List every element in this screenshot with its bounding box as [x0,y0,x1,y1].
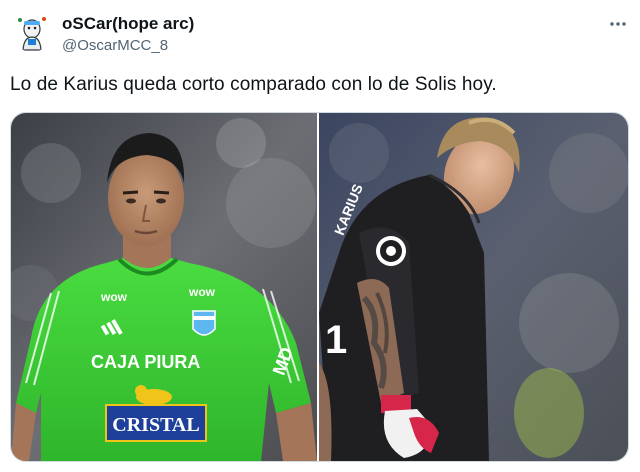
avatar[interactable] [12,12,52,52]
author-handle[interactable]: @OscarMCC_8 [62,37,168,54]
sleeve-number-text: 1 [325,318,347,362]
photo-black-jersey-player[interactable]: KARIUS 1 [319,113,628,461]
club-crest-icon [192,310,216,336]
ucl-badge-icon [376,236,406,266]
jersey-sponsor-text: CAJA PIURA [91,352,200,372]
jersey-sponsor-text-2: CRISTAL [112,414,199,436]
cartoon-avatar-icon [12,12,52,52]
more-options-button[interactable] [604,10,632,38]
media-grid: wow wow CAJA PIURA CRISTAL MD KARIUS 1 [10,112,629,462]
jersey-brand-text-2: wow [188,285,216,299]
tweet-text: Lo de Karius queda corto comparado con l… [10,74,497,95]
more-options-icon [610,22,626,26]
photo-green-jersey-player[interactable]: wow wow CAJA PIURA CRISTAL MD [11,113,317,461]
jersey-brand-text: wow [100,290,128,304]
author-name[interactable]: oSCar(hope arc) [62,14,194,34]
